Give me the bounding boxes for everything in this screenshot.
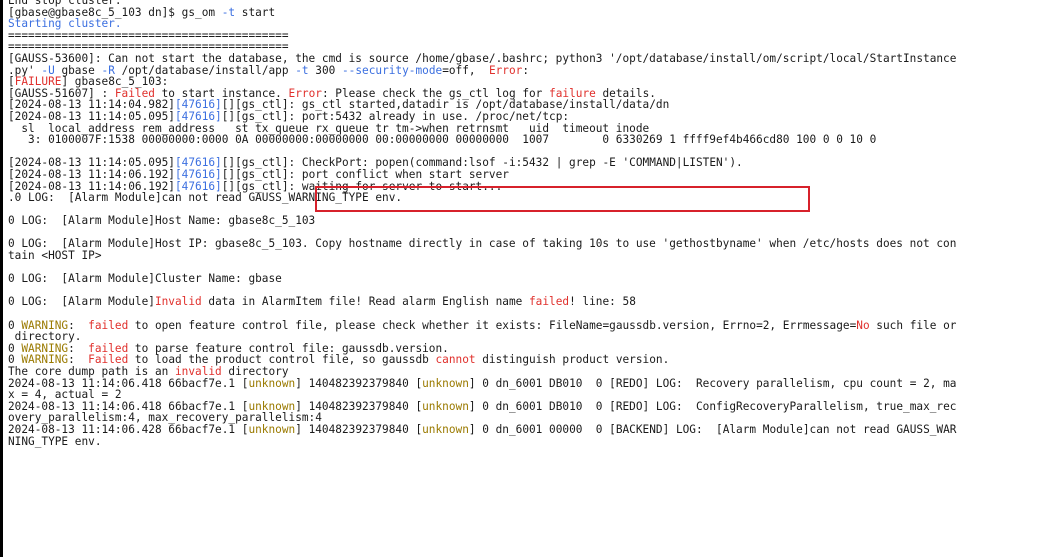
terminal-line: 0 LOG: [Alarm Module]Invalid data in Ala…: [8, 296, 1038, 308]
terminal-text-segment: failed: [529, 295, 570, 309]
terminal-text-segment: unknown: [422, 376, 469, 390]
terminal-text-segment: =off,: [442, 63, 489, 77]
terminal-line: 0 LOG: [Alarm Module]Host Name: gbase8c_…: [8, 215, 1038, 227]
terminal-text-segment: .0 LOG: [Alarm Module]can not read GAUSS…: [8, 191, 403, 205]
terminal-text-segment: ! line: 58: [569, 295, 636, 309]
terminal-text-segment: No: [856, 318, 870, 332]
terminal-text-segment: cannot: [435, 353, 476, 367]
terminal-line: 0 LOG: [Alarm Module]Cluster Name: gbase: [8, 273, 1038, 285]
terminal-text-segment: Invalid: [154, 295, 202, 309]
terminal-text-segment: 0 LOG: [Alarm Module]: [8, 295, 155, 309]
terminal-window[interactable]: End stop cluster. [gbase@gbase8c_5_103 dn…: [0, 0, 1044, 557]
terminal-text-segment: unknown: [248, 376, 296, 390]
terminal-text-segment: 3: 0100007F:1538 00000000:0000 0A 000000…: [8, 133, 877, 147]
terminal-line: tain <HOST IP>: [8, 250, 1038, 262]
terminal-line: NING_TYPE env.: [8, 434, 1038, 448]
terminal-output: End stop cluster. [gbase@gbase8c_5_103 dn…: [8, 0, 1038, 447]
terminal-text-segment: 0 LOG: [Alarm Module]Host Name: gbase8c_…: [8, 214, 316, 228]
terminal-text-segment: to open feature control file, please che…: [128, 318, 857, 332]
terminal-text-segment: -t: [221, 5, 236, 19]
terminal-line: 0 WARNING: failed to open feature contro…: [8, 318, 1038, 332]
terminal-text-segment: start: [235, 5, 276, 19]
terminal-line: 2024-08-13 11:14:06.428 66bacf7e.1 [unkn…: [8, 424, 1038, 436]
terminal-text-segment: 0 LOG: [Alarm Module]Cluster Name: gbase: [8, 272, 282, 286]
terminal-text-segment: distinguish product version.: [475, 353, 670, 367]
terminal-text-segment: failed: [88, 318, 129, 332]
terminal-text-segment: ] 0 dn_6001 DB010 0 [REDO] LOG: ConfigRe…: [468, 399, 957, 413]
terminal-text-segment: 300: [308, 63, 342, 77]
terminal-text-segment: unknown: [422, 422, 469, 436]
terminal-line: [gbase@gbase8c_5_103 dn]$ gs_om -t start: [8, 5, 1038, 19]
terminal-text-segment: ] 140482392379840 [: [295, 422, 423, 436]
terminal-text-segment: unknown: [248, 422, 296, 436]
terminal-text-segment: ] 0 dn_6001 00000 0 [BACKEND] LOG: [Alar…: [468, 422, 957, 436]
terminal-text-segment: Error: [488, 63, 523, 77]
terminal-line: 2024-08-13 11:14:06.418 66bacf7e.1 [unkn…: [8, 376, 1038, 390]
terminal-line: .0 LOG: [Alarm Module]can not read GAUSS…: [8, 192, 1038, 204]
terminal-text-segment: unknown: [422, 399, 469, 413]
terminal-text-segment: :: [522, 63, 530, 77]
terminal-text-segment: data in AlarmItem file! Read alarm Engli…: [201, 295, 529, 309]
terminal-text-segment: 0 LOG: [Alarm Module]Host IP: gbase8c_5_…: [8, 237, 957, 251]
terminal-text-segment: tain <HOST IP>: [8, 249, 102, 263]
terminal-text-segment: ] 140482392379840 [: [295, 376, 423, 390]
terminal-line: 0 LOG: [Alarm Module]Host IP: gbase8c_5_…: [8, 238, 1038, 250]
terminal-text-segment: -t: [295, 63, 309, 77]
terminal-text-segment: NING_TYPE env.: [8, 434, 102, 448]
terminal-text-segment: ] 0 dn_6001 DB010 0 [REDO] LOG: Recovery…: [468, 376, 957, 390]
terminal-line: 3: 0100007F:1538 00000000:0000 0A 000000…: [8, 134, 1038, 146]
terminal-text-segment: such file or: [869, 318, 957, 332]
terminal-text-segment: --security-mode: [342, 63, 443, 77]
